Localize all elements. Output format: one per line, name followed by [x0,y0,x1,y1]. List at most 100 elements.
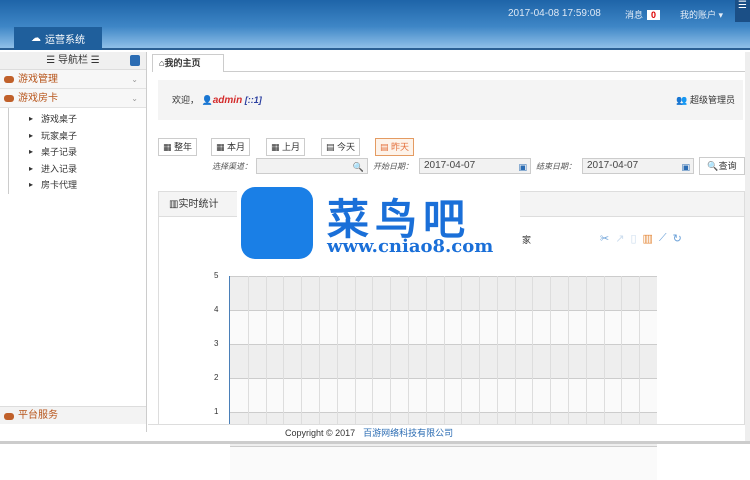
sidebar-item[interactable]: 玩家桌子 [29,128,146,145]
end-date-input[interactable]: 2017-04-07 ▣ [582,158,694,174]
grid-line [354,276,356,426]
end-date-label: 结束日期： [536,162,576,171]
sidebar-item[interactable]: 游戏桌子 [29,111,146,128]
bar-chart-icon[interactable]: ▥ [643,232,653,245]
button-label: 整年 [174,142,193,152]
lock-icon[interactable] [130,55,140,66]
grid-line [532,276,534,426]
query-label: 查询 [718,161,737,171]
list-icon: ▤ [326,142,335,152]
start-date-input[interactable]: 2017-04-07 ▣ [419,158,531,174]
user-icon: 👤 [201,95,213,105]
this-month-button[interactable]: ▦ 本月 [211,138,251,156]
system-tab[interactable]: ☁ 运营系统 [14,27,102,50]
grid-line [443,276,445,426]
tab-home[interactable]: ⌂我的主页 [152,54,224,72]
calendar-icon: ▦ [163,142,172,152]
grid-band [230,446,657,480]
list-icon: ▤ [380,142,389,152]
sidebar-group-label: 平台服务 [18,410,58,421]
chevron-down-icon: ⌄ [131,75,138,84]
query-button[interactable]: 🔍查询 [699,157,745,175]
grid-line [603,276,605,426]
channel-label: 选择渠道： [212,162,252,171]
watermark-url: www.cniao8.com [327,236,494,257]
sidebar-submenu: 游戏桌子 玩家桌子 桌子记录 进入记录 房卡代理 [8,108,146,194]
zoom-reset-icon[interactable]: ↗ [615,232,624,245]
users-icon: 👥 [676,95,688,105]
end-date-value: 2017-04-07 [587,160,639,171]
y-tick-label: 1 [214,407,219,416]
account-menu[interactable]: 我的账户 ▾ [680,8,723,21]
grid-line [568,276,570,426]
scrollbar[interactable] [745,52,750,444]
data-view-icon[interactable]: ▯ [630,232,636,245]
grid-line [639,276,641,426]
sidebar-group-game-management[interactable]: 游戏管理 ⌄ [0,70,146,89]
grid-line [479,276,481,426]
line-chart-icon[interactable]: ⟋ [659,232,667,245]
welcome-bar: 欢迎， 👤admin [::1] 👥 超级管理员 [158,80,743,120]
grid-line [585,276,587,426]
tag-icon [4,95,14,102]
last-month-button[interactable]: ▦ 上月 [266,138,306,156]
sidebar-group-label: 游戏管理 [18,74,58,85]
calendar-icon[interactable]: ▣ [681,160,690,174]
grid-line [318,276,320,426]
y-tick-label: 3 [214,339,219,348]
search-icon[interactable]: 🔍 [353,160,364,174]
sidebar-item[interactable]: 桌子记录 [29,144,146,161]
calendar-icon[interactable]: ▣ [518,160,527,174]
grid-line [265,276,267,426]
button-label: 昨天 [391,142,410,152]
menu-toggle-button[interactable]: ☰ [735,0,750,22]
sidebar-item[interactable]: 进入记录 [29,161,146,178]
y-tick-label: 5 [214,271,219,280]
year-button[interactable]: ▦ 整年 [158,138,198,156]
clock: 2017-04-08 17:59:08 [508,8,601,19]
grid-line [496,276,498,426]
calendar-icon: ▦ [216,142,225,152]
start-date-label: 开始日期： [373,162,413,171]
system-tab-label: 运营系统 [45,35,85,46]
button-label: 今天 [337,142,356,152]
grid-line [247,276,249,426]
channel-input[interactable]: 🔍 [256,158,368,174]
grid-line [283,276,285,426]
tag-icon [4,76,14,83]
tab-home-label: 我的主页 [164,58,201,68]
message-count-badge: 0 [647,9,661,20]
grid-line [390,276,392,426]
button-label: 本月 [227,142,246,152]
footer: Copyright © 2017 百游网络科技有限公司 [148,424,745,441]
watermark-logo: 菜鸟吧 www.cniao8.com [237,184,520,264]
grid-line [372,276,374,426]
sidebar-header: ☰ 导航栏 ☰ [0,52,146,70]
sidebar-item[interactable]: 房卡代理 [29,177,146,194]
sidebar: ☰ 导航栏 ☰ 游戏管理 ⌄ 游戏房卡 ⌄ 游戏桌子 玩家桌子 桌子记录 进入记录 … [0,52,147,432]
tab-bar: ⌂我的主页 [152,54,745,72]
role-label: 超级管理员 [689,95,735,105]
sidebar-group-label: 游戏房卡 [18,93,58,104]
grid-line [336,276,338,426]
y-tick-label: 2 [214,373,219,382]
today-button[interactable]: ▤ 今天 [321,138,361,156]
username: admin [212,95,243,106]
chart-toolbox: ✂ ↗ ▯ ▥ ⟋ ↻ [600,232,682,245]
bird-logo-icon [241,187,313,259]
sidebar-group-room-cards[interactable]: 游戏房卡 ⌄ [0,89,146,108]
messages-button[interactable]: 消息 0 [625,8,661,21]
copyright: Copyright © 2017 [285,428,356,438]
grid-line [461,276,463,426]
company-link[interactable]: 百游网络科技有限公司 [363,428,453,438]
chart-plot-area [229,276,657,480]
sidebar-title: ☰ 导航栏 ☰ [46,55,100,66]
chart-legend[interactable]: 家 [522,233,531,246]
refresh-icon[interactable]: ↻ [673,232,682,245]
messages-label: 消息 [625,10,644,20]
start-date-value: 2017-04-07 [424,160,476,171]
grid-line [514,276,516,426]
sidebar-group-platform-service[interactable]: 平台服务 [0,406,146,424]
data-zoom-icon[interactable]: ✂ [600,232,609,245]
yesterday-button[interactable]: ▤ 昨天 [375,138,415,156]
